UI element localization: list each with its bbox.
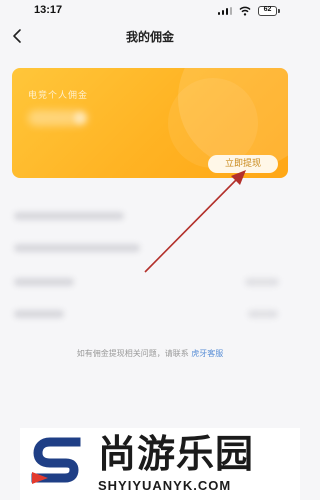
watermark: 尚游乐园 SHYIYUANYK.COM (20, 428, 300, 500)
list-item-blurred (14, 212, 124, 220)
watermark-name: 尚游乐园 (98, 432, 255, 476)
battery-nub (278, 9, 280, 13)
status-time: 13:17 (34, 4, 63, 16)
commission-amount-blurred-dot (74, 112, 86, 124)
customer-service-link[interactable]: 虎牙客服 (191, 349, 223, 358)
brand-logo-icon (31, 437, 81, 484)
wifi-icon (239, 6, 251, 16)
signal-icon (218, 7, 232, 15)
battery-icon: 62 (258, 6, 277, 16)
battery-level: 62 (263, 6, 272, 13)
page-title: 我的佣金 (125, 30, 174, 44)
nav-bar: 我的佣金 (0, 22, 300, 50)
contact-info: 如有佣金提现相关问题，请联系 虎牙客服 (0, 348, 300, 359)
card-label: 电竞个人佣金 (28, 91, 89, 101)
status-bar: 13:17 62 (0, 0, 300, 22)
contact-text: 如有佣金提现相关问题，请联系 (76, 349, 192, 358)
list-item-blurred (14, 278, 74, 286)
list-item-value-blurred (245, 278, 279, 286)
list-item-blurred (14, 310, 64, 318)
list-item-value-blurred (248, 310, 278, 318)
watermark-url: SHYIYUANYK.COM (98, 478, 232, 493)
list-item-blurred (14, 244, 140, 252)
withdraw-button[interactable]: 立即提现 (208, 155, 278, 173)
